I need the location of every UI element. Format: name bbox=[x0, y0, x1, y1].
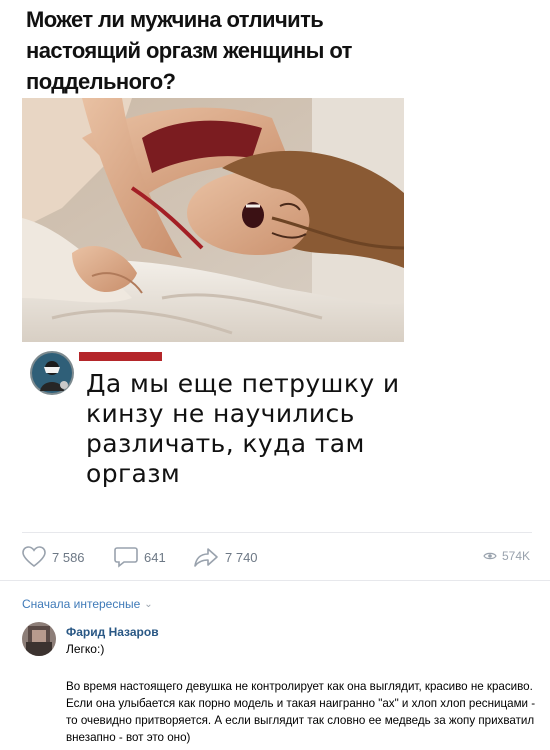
like-count: 7 586 bbox=[52, 549, 85, 565]
like-button[interactable]: 7 586 bbox=[22, 546, 85, 568]
comment-avatar[interactable] bbox=[22, 622, 56, 656]
meme-title: Может ли мужчина отличить настоящий орга… bbox=[26, 7, 352, 94]
reply-block: Да мы еще петрушку и кинзу не научились … bbox=[22, 345, 404, 500]
comment-body: Во время настоящего девушка не контролир… bbox=[66, 680, 536, 744]
meme-image[interactable]: Может ли мужчина отличить настоящий орга… bbox=[22, 0, 404, 500]
eye-icon bbox=[483, 552, 497, 560]
comment-button[interactable]: 641 bbox=[114, 547, 166, 568]
sort-label: Сначала интересные bbox=[22, 597, 141, 611]
views-counter: 574K bbox=[483, 549, 530, 563]
share-arrow-icon bbox=[194, 548, 218, 567]
comment-author-link[interactable]: Фарид Назаров bbox=[66, 625, 159, 639]
avatar bbox=[30, 351, 74, 395]
comments-sort-toggle[interactable]: Сначала интересные ⌄ bbox=[22, 597, 153, 611]
views-count: 574K bbox=[501, 549, 530, 563]
comment-first-line: Легко:) bbox=[66, 642, 105, 656]
actions-divider bbox=[22, 532, 532, 533]
chevron-down-icon: ⌄ bbox=[144, 598, 153, 610]
meme-photo bbox=[22, 98, 404, 342]
heart-icon bbox=[22, 546, 46, 568]
reply-text: Да мы еще петрушку и кинзу не научились … bbox=[86, 369, 400, 488]
comment-count: 641 bbox=[144, 549, 166, 565]
comment-icon bbox=[114, 547, 138, 568]
section-divider bbox=[0, 580, 550, 581]
post-card: Может ли мужчина отличить настоящий орга… bbox=[0, 0, 550, 580]
share-button[interactable]: 7 740 bbox=[193, 547, 258, 567]
share-count: 7 740 bbox=[225, 549, 258, 565]
redacted-name-bar bbox=[79, 352, 162, 361]
